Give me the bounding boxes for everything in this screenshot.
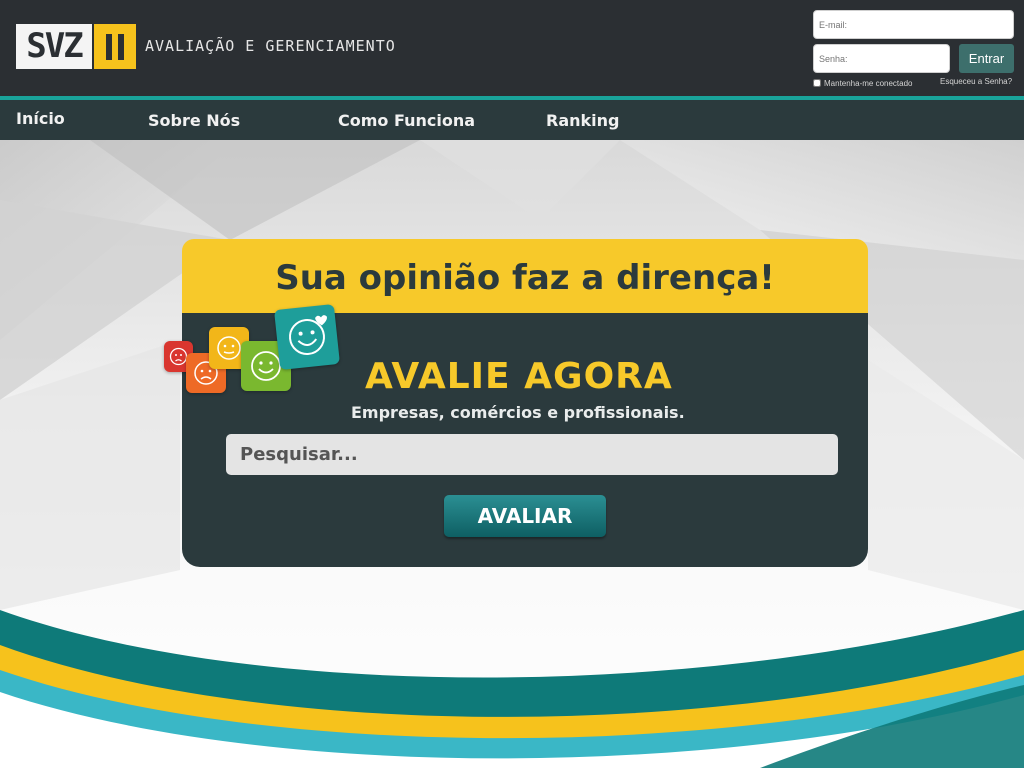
nav-item-ranking[interactable]: Ranking (546, 111, 619, 130)
nav-item-como-funciona[interactable]: Como Funciona (338, 111, 475, 130)
email-field[interactable] (813, 10, 1014, 39)
nav-item-sobre-nos[interactable]: Sobre Nós (148, 111, 240, 130)
nav-item-inicio[interactable]: Início (16, 109, 65, 128)
hero-headline: Sua opinião faz a dirença! (275, 258, 775, 298)
logo-accent (94, 24, 136, 69)
header: SVZ AVALIAÇÃO E GERENCIAMENTO Entrar Man… (0, 0, 1024, 96)
site-tagline: AVALIAÇÃO E GERENCIAMENTO (145, 37, 396, 55)
remember-me[interactable]: Mantenha-me conectado (813, 77, 913, 89)
search-input[interactable] (226, 434, 838, 475)
password-field[interactable] (813, 44, 950, 73)
login-button[interactable]: Entrar (959, 44, 1014, 73)
forgot-password-link[interactable]: Esqueceu a Senha? (940, 77, 1012, 86)
logo[interactable]: SVZ (16, 24, 136, 69)
hero-title: AVALIE AGORA (365, 356, 673, 397)
remember-me-label: Mantenha-me conectado (824, 78, 913, 88)
logo-mark: SVZ (16, 24, 92, 69)
very-happy-face-icon (274, 304, 340, 370)
remember-me-checkbox[interactable] (813, 79, 821, 87)
hero-card-header: Sua opinião faz a dirença! (182, 239, 868, 313)
avaliar-button[interactable]: AVALIAR (444, 495, 606, 537)
main-nav: Início Sobre Nós Como Funciona Ranking (0, 100, 1024, 140)
hero-subtitle: Empresas, comércios e profissionais. (351, 403, 685, 422)
